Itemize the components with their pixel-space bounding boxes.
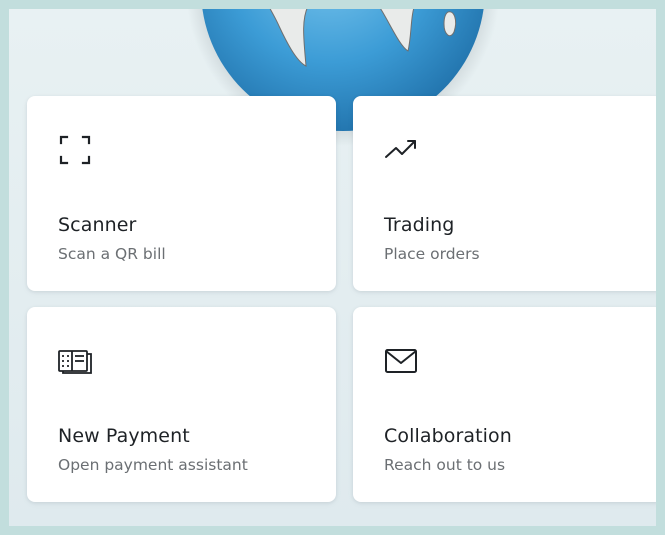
card-subtitle: Open payment assistant: [58, 456, 248, 474]
card-subtitle: Place orders: [384, 245, 480, 263]
card-subtitle: Scan a QR bill: [58, 245, 166, 263]
envelope-icon: [385, 349, 417, 373]
card-title: Trading: [384, 214, 455, 236]
scan-frame-icon: [59, 135, 91, 165]
card-title: Collaboration: [384, 425, 512, 447]
trend-up-icon: [385, 140, 416, 158]
scanner-card[interactable]: Scanner Scan a QR bill: [27, 96, 336, 291]
card-title: Scanner: [58, 214, 137, 236]
payment-slip-icon: [58, 350, 92, 374]
collaboration-card[interactable]: Collaboration Reach out to us: [353, 307, 663, 502]
trading-card[interactable]: Trading Place orders: [353, 96, 663, 291]
card-title: New Payment: [58, 425, 190, 447]
card-subtitle: Reach out to us: [384, 456, 506, 474]
new-payment-card[interactable]: New Payment Open payment assistant: [27, 307, 336, 502]
